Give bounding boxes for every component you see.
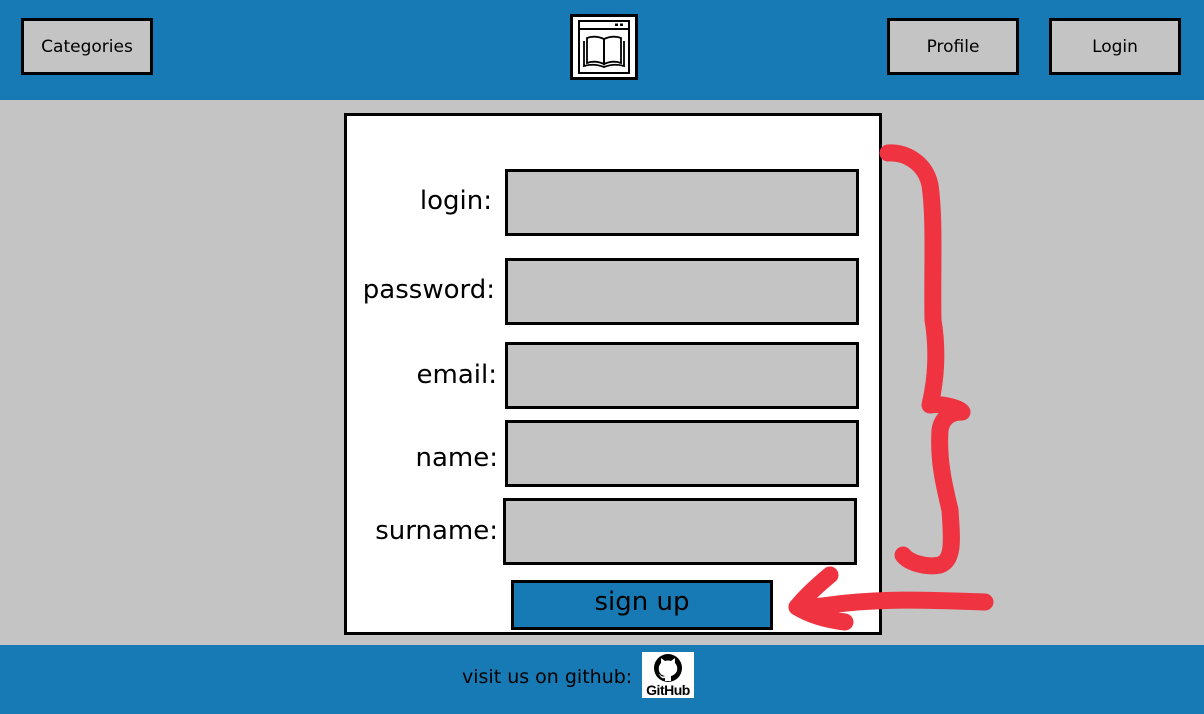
email-input[interactable] (505, 342, 859, 409)
footer: visit us on github: GitHub (0, 645, 1204, 714)
email-label: email: (416, 360, 497, 390)
login-button[interactable]: Login (1049, 18, 1181, 75)
site-logo[interactable] (570, 14, 638, 80)
login-input[interactable] (505, 169, 859, 236)
surname-label: surname: (375, 516, 498, 546)
github-octocat-icon (654, 654, 682, 682)
sign-up-button[interactable]: sign up (511, 580, 773, 630)
book-window-icon (578, 20, 630, 74)
github-wordmark: GitHub (646, 682, 690, 698)
categories-button[interactable]: Categories (21, 18, 153, 75)
top-navbar: Categories Profile Login (0, 0, 1204, 100)
login-label: login: (419, 186, 492, 216)
profile-button[interactable]: Profile (887, 18, 1019, 75)
footer-text: visit us on github: (462, 666, 633, 688)
password-label: password: (362, 275, 495, 305)
name-input[interactable] (505, 420, 859, 487)
name-label: name: (415, 443, 499, 473)
password-input[interactable] (505, 258, 859, 325)
github-link[interactable]: GitHub (642, 652, 694, 698)
surname-input[interactable] (503, 498, 857, 565)
